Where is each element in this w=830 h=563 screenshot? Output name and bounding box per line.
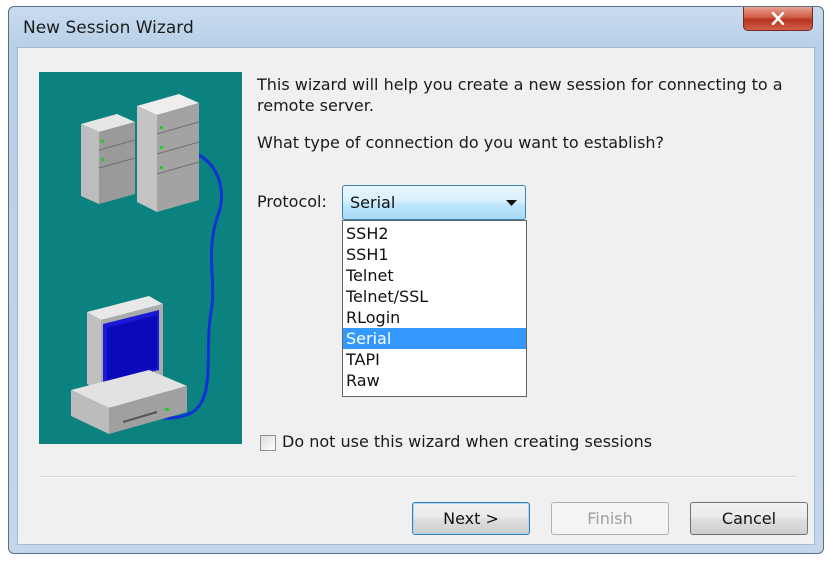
intro-text: This wizard will help you create a new s… [257,74,797,116]
protocol-option-raw[interactable]: Raw [343,370,526,391]
intro-line-2: remote server. [257,96,374,115]
close-button[interactable] [743,7,813,31]
protocol-selected-value: Serial [350,193,396,212]
illustration-graphic [71,94,224,434]
protocol-option-rlogin[interactable]: RLogin [343,307,526,328]
protocol-option-telnet-ssl[interactable]: Telnet/SSL [343,286,526,307]
window-title: New Session Wizard [23,18,194,38]
protocol-select[interactable]: Serial [342,185,526,220]
protocol-option-ssh2[interactable]: SSH2 [343,223,526,244]
close-icon [771,12,785,25]
cancel-button[interactable]: Cancel [690,502,808,535]
connection-question: What type of connection do you want to e… [257,133,665,152]
protocol-label: Protocol: [257,192,327,211]
wizard-window: New Session Wizard This wizard will help… [8,6,824,554]
chevron-down-icon [506,200,517,206]
next-button[interactable]: Next > [412,502,530,535]
protocol-option-serial[interactable]: Serial [343,328,526,349]
disable-wizard-checkbox[interactable] [260,435,276,451]
protocol-dropdown-list[interactable]: SSH2 SSH1 Telnet Telnet/SSL RLogin Seria… [342,220,527,397]
separator [39,476,796,478]
finish-button[interactable]: Finish [551,502,669,535]
server-computer-network-illustration [39,72,242,444]
protocol-option-telnet[interactable]: Telnet [343,265,526,286]
protocol-option-ssh1[interactable]: SSH1 [343,244,526,265]
disable-wizard-label[interactable]: Do not use this wizard when creating ses… [282,432,652,451]
intro-line-1: This wizard will help you create a new s… [257,75,783,94]
dialog-client-area: This wizard will help you create a new s… [17,47,815,545]
protocol-option-tapi[interactable]: TAPI [343,349,526,370]
title-bar[interactable]: New Session Wizard [9,7,823,45]
